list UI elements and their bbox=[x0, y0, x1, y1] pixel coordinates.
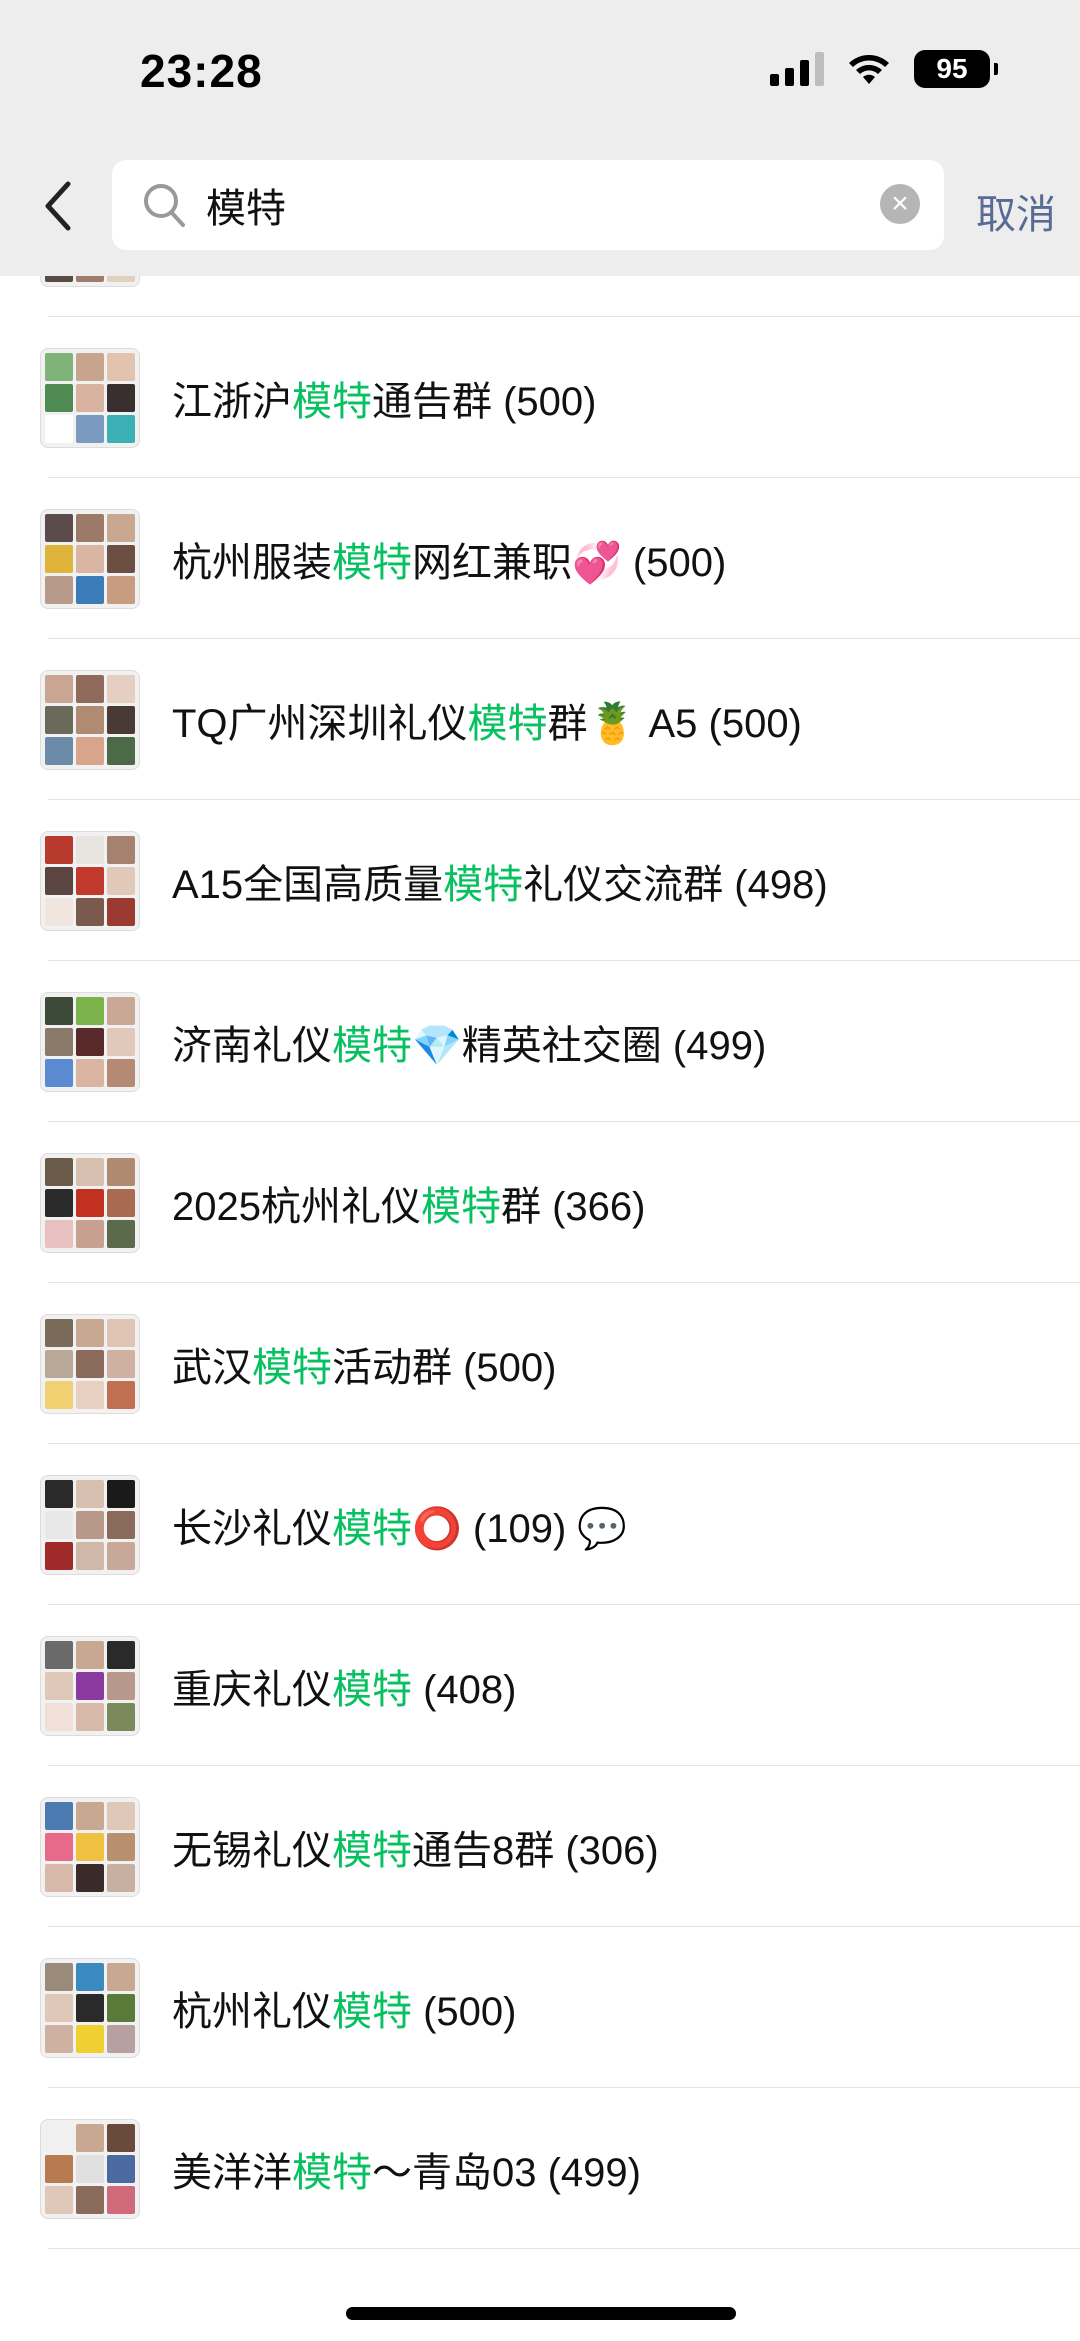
group-name: TQ广州深圳礼仪模特群🍍 A5 (500) bbox=[172, 691, 802, 749]
list-item[interactable]: 重庆礼仪模特 (408) bbox=[0, 1605, 1080, 1766]
group-name-prefix: 济南礼仪 bbox=[172, 1023, 332, 1068]
list-item[interactable]: 长沙礼仪模特⭕️ (109) 💬 bbox=[0, 1444, 1080, 1605]
keyword-highlight: 模特 bbox=[332, 540, 412, 585]
group-name-prefix: A15全国高质量 bbox=[172, 862, 444, 907]
keyword-highlight: 模特 bbox=[332, 1023, 412, 1068]
search-icon bbox=[144, 184, 185, 227]
group-name-prefix: 2025杭州礼仪 bbox=[172, 1184, 421, 1229]
group-avatar bbox=[40, 669, 140, 770]
keyword-highlight: 模特 bbox=[443, 862, 524, 907]
group-name-suffix: 群🍍 A5 (500) bbox=[547, 701, 802, 746]
keyword-highlight: 模特 bbox=[332, 1667, 412, 1712]
group-avatar bbox=[40, 1313, 140, 1414]
list-item[interactable]: 杭州礼仪模特 (500) bbox=[0, 1927, 1080, 2088]
group-name-suffix: 群 (366) bbox=[500, 1184, 646, 1229]
list-item[interactable]: 武汉模特活动群 (500) bbox=[0, 1283, 1080, 1444]
group-avatar bbox=[40, 1635, 140, 1736]
chevron-left-icon bbox=[45, 181, 71, 231]
status-icons: 95 bbox=[770, 50, 998, 88]
keyword-highlight: 模特 bbox=[332, 1506, 412, 1551]
group-avatar bbox=[40, 508, 140, 609]
group-name-suffix: (408) bbox=[412, 1667, 517, 1712]
list-item[interactable]: 江浙沪模特通告群 (500) bbox=[0, 317, 1080, 478]
list-item[interactable]: 济南礼仪模特💎精英社交圈 (499) bbox=[0, 961, 1080, 1122]
group-name-prefix: 杭州服装 bbox=[172, 540, 332, 585]
group-avatar bbox=[40, 1957, 140, 2058]
list-item[interactable]: A15全国高质量模特礼仪交流群 (498) bbox=[0, 800, 1080, 961]
group-name-suffix: 通告8群 (306) bbox=[412, 1828, 659, 1873]
list-item[interactable]: 杭州服装模特网红兼职💞 (500) bbox=[0, 478, 1080, 639]
group-name: 长沙礼仪模特⭕️ (109) 💬 bbox=[172, 1496, 627, 1554]
group-name: 杭州服装模特网红兼职💞 (500) bbox=[172, 530, 726, 588]
keyword-highlight: 模特 bbox=[292, 379, 372, 424]
group-avatar bbox=[40, 2118, 140, 2219]
group-name-prefix: 长沙礼仪 bbox=[172, 1506, 332, 1551]
group-name-suffix: 礼仪交流群 (498) bbox=[523, 862, 828, 907]
search-results-list: 2024上海优质模特群 (500)江浙沪模特通告群 (500)杭州服装模特网红兼… bbox=[0, 156, 1080, 2249]
keyword-highlight: 模特 bbox=[420, 1184, 501, 1229]
search-box[interactable]: × bbox=[112, 160, 944, 250]
group-name: 济南礼仪模特💎精英社交圈 (499) bbox=[172, 1013, 766, 1071]
group-name: 杭州礼仪模特 (500) bbox=[172, 1979, 517, 2037]
group-name: 美洋洋模特～青岛03 (499) bbox=[172, 2140, 641, 2198]
list-item[interactable]: 2025杭州礼仪模特群 (366) bbox=[0, 1122, 1080, 1283]
battery-icon: 95 bbox=[914, 50, 998, 88]
close-icon: × bbox=[891, 187, 909, 220]
group-name-suffix: 网红兼职💞 (500) bbox=[412, 540, 727, 585]
group-name-suffix: ⭕️ (109) 💬 bbox=[412, 1506, 628, 1551]
group-name-prefix: 江浙沪 bbox=[172, 379, 292, 424]
group-name: 无锡礼仪模特通告8群 (306) bbox=[172, 1818, 659, 1876]
group-name-suffix: 通告群 (500) bbox=[372, 379, 597, 424]
wifi-icon bbox=[846, 52, 892, 86]
group-avatar bbox=[40, 1474, 140, 1575]
group-avatar bbox=[40, 991, 140, 1092]
group-name-suffix: 💎精英社交圈 (499) bbox=[412, 1023, 767, 1068]
top-bar: 23:28 95 × 取消 bbox=[0, 0, 1080, 276]
group-name-prefix: 无锡礼仪 bbox=[172, 1828, 332, 1873]
group-name: 武汉模特活动群 (500) bbox=[172, 1335, 557, 1393]
back-button[interactable] bbox=[38, 176, 78, 236]
keyword-highlight: 模特 bbox=[332, 1989, 412, 2034]
search-input[interactable] bbox=[204, 176, 848, 234]
group-name-prefix: 美洋洋 bbox=[172, 2150, 292, 2195]
group-name-suffix: (500) bbox=[412, 1989, 517, 2034]
cancel-button[interactable]: 取消 bbox=[976, 182, 1056, 240]
keyword-highlight: 模特 bbox=[292, 2150, 372, 2195]
group-avatar bbox=[40, 830, 140, 931]
group-name: 江浙沪模特通告群 (500) bbox=[172, 369, 597, 427]
group-avatar bbox=[40, 347, 140, 448]
home-indicator[interactable] bbox=[346, 2307, 736, 2320]
clear-search-button[interactable]: × bbox=[880, 184, 920, 224]
group-name: 重庆礼仪模特 (408) bbox=[172, 1657, 517, 1715]
list-item[interactable]: 美洋洋模特～青岛03 (499) bbox=[0, 2088, 1080, 2249]
group-name: 2025杭州礼仪模特群 (366) bbox=[172, 1174, 645, 1232]
list-item[interactable]: 无锡礼仪模特通告8群 (306) bbox=[0, 1766, 1080, 1927]
group-name: A15全国高质量模特礼仪交流群 (498) bbox=[172, 852, 828, 910]
group-avatar bbox=[40, 1796, 140, 1897]
group-name-prefix: 重庆礼仪 bbox=[172, 1667, 332, 1712]
keyword-highlight: 模特 bbox=[467, 701, 548, 746]
group-name-suffix: ～青岛03 (499) bbox=[372, 2150, 641, 2195]
group-name-prefix: 武汉 bbox=[172, 1345, 252, 1390]
keyword-highlight: 模特 bbox=[252, 1345, 332, 1390]
group-avatar bbox=[40, 1152, 140, 1253]
group-name-suffix: 活动群 (500) bbox=[332, 1345, 557, 1390]
status-time: 23:28 bbox=[140, 45, 263, 97]
group-name-prefix: TQ广州深圳礼仪 bbox=[172, 701, 468, 746]
group-name-prefix: 杭州礼仪 bbox=[172, 1989, 332, 2034]
list-item[interactable]: TQ广州深圳礼仪模特群🍍 A5 (500) bbox=[0, 639, 1080, 800]
cellular-signal-icon bbox=[770, 52, 824, 86]
keyword-highlight: 模特 bbox=[332, 1828, 412, 1873]
